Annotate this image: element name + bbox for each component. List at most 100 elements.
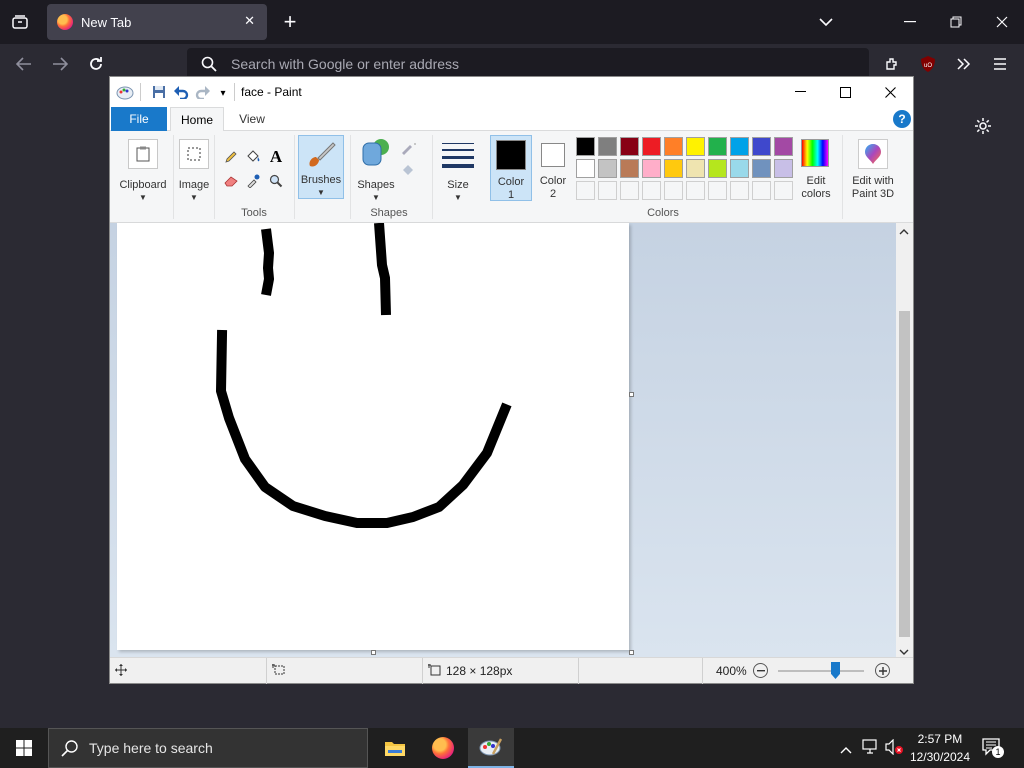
magnifier-icon[interactable] xyxy=(267,172,285,190)
notification-center-icon[interactable]: 1 xyxy=(982,738,1004,758)
palette-swatch[interactable] xyxy=(730,181,749,200)
forward-icon[interactable] xyxy=(48,52,72,76)
color-picker-icon[interactable] xyxy=(244,172,262,190)
outline-icon[interactable] xyxy=(400,139,418,157)
paint-maximize-button[interactable] xyxy=(822,77,868,107)
settings-gear-icon[interactable] xyxy=(971,114,995,138)
taskbar-search-box[interactable]: Type here to search xyxy=(48,728,368,768)
shape-fill-icon[interactable] xyxy=(400,161,418,179)
show-hidden-icons[interactable] xyxy=(840,741,852,759)
tab-view[interactable]: View xyxy=(228,107,276,131)
ublock-badge-text: uO xyxy=(924,63,932,69)
palette-swatch[interactable] xyxy=(752,181,771,200)
palette-swatch[interactable] xyxy=(752,159,771,178)
resize-handle-right[interactable] xyxy=(629,392,634,397)
edit-colors-button[interactable]: Edit colors xyxy=(796,135,836,201)
palette-swatch[interactable] xyxy=(598,181,617,200)
paint-minimize-button[interactable] xyxy=(777,77,823,107)
text-tool-icon[interactable]: A xyxy=(267,147,285,166)
palette-swatch[interactable] xyxy=(620,137,639,156)
palette-swatch[interactable] xyxy=(708,137,727,156)
list-all-tabs-icon[interactable] xyxy=(814,10,838,34)
scroll-thumb[interactable] xyxy=(899,311,910,637)
zoom-slider-track[interactable] xyxy=(778,670,864,672)
palette-swatch[interactable] xyxy=(664,181,683,200)
resize-handle-corner[interactable] xyxy=(629,650,634,655)
folder-icon xyxy=(385,742,405,756)
palette-swatch[interactable] xyxy=(752,137,771,156)
palette-swatch[interactable] xyxy=(664,159,683,178)
ublock-origin-icon[interactable]: uO xyxy=(917,53,939,75)
tab-file[interactable]: File xyxy=(111,107,167,131)
palette-swatch[interactable] xyxy=(686,159,705,178)
drawing-canvas[interactable] xyxy=(117,222,629,650)
new-tab-button[interactable]: + xyxy=(278,9,302,34)
palette-swatch[interactable] xyxy=(708,181,727,200)
reload-icon[interactable] xyxy=(84,52,108,76)
palette-swatch[interactable] xyxy=(774,137,793,156)
palette-swatch[interactable] xyxy=(576,159,595,178)
firefox-view-icon[interactable] xyxy=(8,10,32,34)
minimize-browser-icon[interactable] xyxy=(898,10,922,34)
file-explorer-taskbar-button[interactable] xyxy=(372,728,418,768)
scroll-up-icon[interactable] xyxy=(899,227,909,238)
vertical-scrollbar[interactable] xyxy=(896,223,913,657)
pencil-icon[interactable] xyxy=(222,148,240,166)
palette-swatch[interactable] xyxy=(620,181,639,200)
palette-swatch[interactable] xyxy=(642,159,661,178)
customize-quick-access-icon[interactable]: ▾ xyxy=(214,84,232,102)
fill-icon[interactable] xyxy=(244,148,262,166)
extensions-icon[interactable] xyxy=(880,52,904,76)
color1-swatch xyxy=(496,140,526,170)
palette-swatch[interactable] xyxy=(774,181,793,200)
size-button[interactable]: Size ▼ xyxy=(438,135,478,203)
palette-swatch[interactable] xyxy=(686,181,705,200)
zoom-out-button[interactable] xyxy=(753,663,768,678)
eraser-icon[interactable] xyxy=(222,172,240,190)
palette-swatch[interactable] xyxy=(774,159,793,178)
paint-close-button[interactable] xyxy=(867,77,913,107)
palette-swatch[interactable] xyxy=(708,159,727,178)
paint-taskbar-button[interactable] xyxy=(468,728,514,768)
save-icon[interactable] xyxy=(150,83,168,101)
resize-handle-bottom[interactable] xyxy=(371,650,376,655)
close-browser-icon[interactable] xyxy=(990,10,1014,34)
brushes-button[interactable]: Brushes ▼ xyxy=(298,135,344,199)
palette-swatch[interactable] xyxy=(686,137,705,156)
palette-swatch[interactable] xyxy=(664,137,683,156)
tab-new-tab[interactable]: New Tab ✕ xyxy=(47,4,267,40)
image-button[interactable]: Image ▼ xyxy=(176,135,212,203)
network-icon[interactable] xyxy=(862,739,880,760)
color2-button[interactable]: Color 2 xyxy=(536,135,570,201)
palette-swatch[interactable] xyxy=(620,159,639,178)
palette-swatch[interactable] xyxy=(642,181,661,200)
undo-icon[interactable] xyxy=(172,83,190,101)
palette-swatch[interactable] xyxy=(576,181,595,200)
palette-swatch[interactable] xyxy=(598,137,617,156)
edit-with-paint3d-button[interactable]: Edit with Paint 3D xyxy=(846,135,900,201)
start-button[interactable] xyxy=(0,728,48,768)
palette-swatch[interactable] xyxy=(642,137,661,156)
firefox-taskbar-button[interactable] xyxy=(420,728,466,768)
help-icon[interactable]: ? xyxy=(893,110,911,128)
restore-browser-icon[interactable] xyxy=(944,10,968,34)
palette-swatch[interactable] xyxy=(730,137,749,156)
tab-home[interactable]: Home xyxy=(170,107,224,132)
more-tools-icon[interactable] xyxy=(952,52,976,76)
redo-icon[interactable] xyxy=(194,83,212,101)
zoom-in-button[interactable] xyxy=(875,663,890,678)
clipboard-button[interactable]: Clipboard ▼ xyxy=(116,135,170,203)
palette-swatch[interactable] xyxy=(576,137,595,156)
menu-icon[interactable] xyxy=(988,52,1012,76)
system-clock[interactable]: 2:57 PM 12/30/2024 xyxy=(910,730,970,766)
color1-button[interactable]: Color 1 xyxy=(490,135,532,201)
shapes-button[interactable]: Shapes ▼ xyxy=(354,135,398,203)
back-icon[interactable] xyxy=(12,52,36,76)
palette-swatch[interactable] xyxy=(730,159,749,178)
paint-window-title: face - Paint xyxy=(241,85,302,99)
zoom-slider-thumb[interactable] xyxy=(831,662,840,679)
volume-muted-icon[interactable] xyxy=(885,738,905,760)
palette-swatch[interactable] xyxy=(598,159,617,178)
paint-app-icon[interactable] xyxy=(116,83,134,101)
close-tab-icon[interactable]: ✕ xyxy=(244,13,255,29)
